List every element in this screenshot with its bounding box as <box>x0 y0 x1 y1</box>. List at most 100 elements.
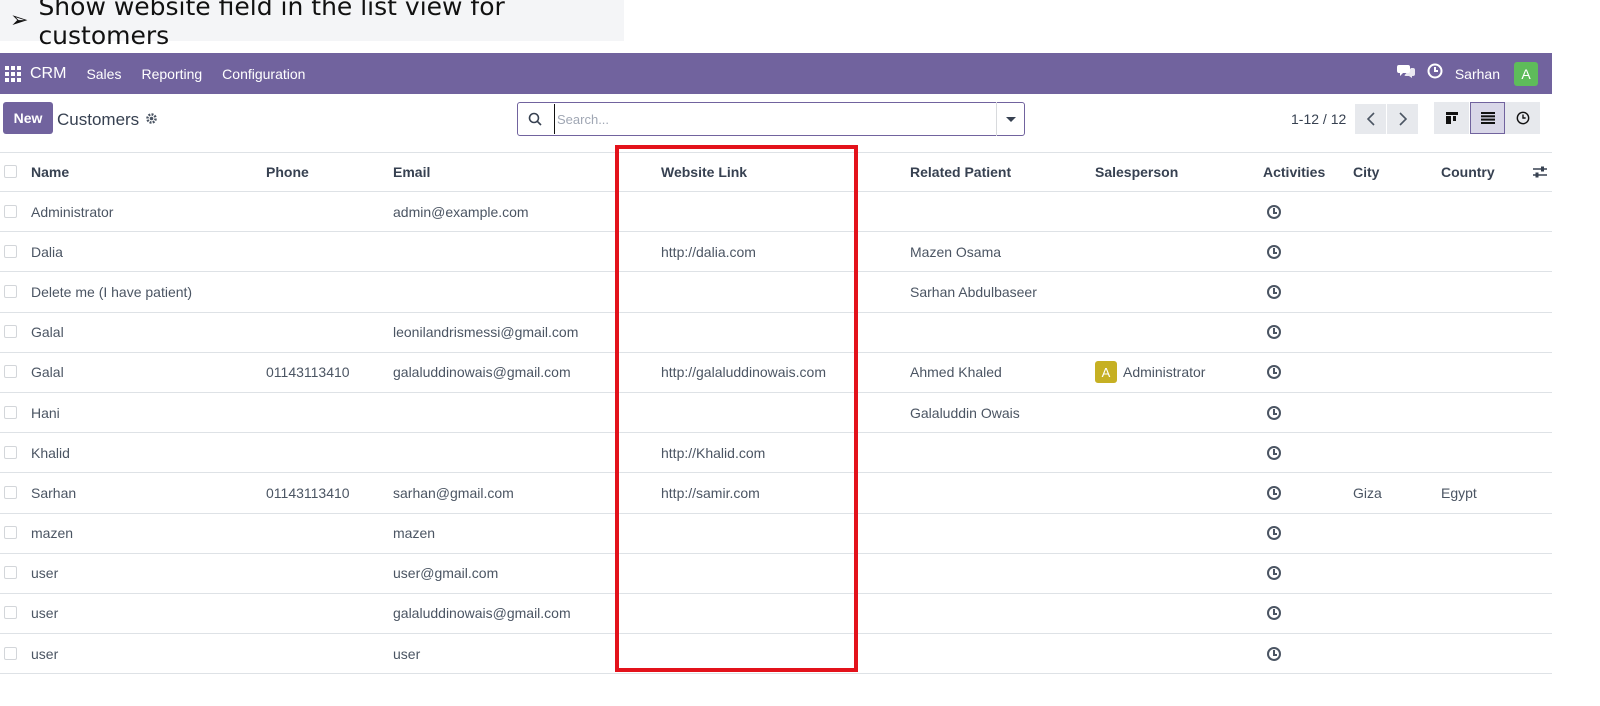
cell-activities[interactable] <box>1267 554 1281 593</box>
cell-name[interactable]: Sarhan <box>31 473 76 512</box>
optional-columns-icon[interactable] <box>1532 153 1548 191</box>
cell-activities[interactable] <box>1267 473 1281 512</box>
pager-next-button[interactable] <box>1387 104 1418 134</box>
activity-clock-icon[interactable] <box>1267 405 1281 420</box>
cell-email[interactable]: leonilandrismessi@gmail.com <box>393 313 578 352</box>
table-row[interactable]: user user <box>0 634 1552 675</box>
row-checkbox[interactable] <box>4 204 17 218</box>
kanban-view-button[interactable] <box>1434 102 1469 134</box>
cell-name[interactable]: user <box>31 634 58 673</box>
activity-clock-icon[interactable] <box>1267 445 1281 460</box>
cell-phone[interactable]: 01143113410 <box>266 473 350 512</box>
table-row[interactable]: Hani Galaluddin Owais <box>0 393 1552 434</box>
activity-clock-icon[interactable] <box>1267 365 1281 380</box>
cell-website-link[interactable]: http://galaluddinowais.com <box>661 353 826 392</box>
cell-website-link[interactable]: http://dalia.com <box>661 232 756 271</box>
search-options-toggle[interactable] <box>996 102 1024 136</box>
table-row[interactable]: Delete me (I have patient) Sarhan Abdulba… <box>0 272 1552 313</box>
cell-name[interactable]: Administrator <box>31 192 113 231</box>
cell-salesperson[interactable]: A Administrator <box>1095 353 1205 392</box>
search-input[interactable] <box>554 104 996 134</box>
cell-email[interactable]: user <box>393 634 420 673</box>
apps-icon[interactable] <box>0 53 30 94</box>
table-row[interactable]: Dalia http://dalia.com Mazen Osama <box>0 232 1552 273</box>
table-row[interactable]: Sarhan 01143113410 sarhan@gmail.com http://… <box>0 473 1552 514</box>
header-activities[interactable]: Activities <box>1263 153 1325 191</box>
row-checkbox[interactable] <box>4 405 17 419</box>
cell-related-patient[interactable]: Galaluddin Owais <box>910 393 1020 432</box>
cell-email[interactable]: galaluddinowais@gmail.com <box>393 594 571 633</box>
user-name[interactable]: Sarhan <box>1455 66 1500 82</box>
header-email[interactable]: Email <box>393 153 430 191</box>
cell-activities[interactable] <box>1267 232 1281 271</box>
cell-name[interactable]: Hani <box>31 393 60 432</box>
cell-activities[interactable] <box>1267 514 1281 553</box>
cell-phone[interactable]: 01143113410 <box>266 353 350 392</box>
cell-website-link[interactable]: http://samir.com <box>661 473 760 512</box>
row-checkbox[interactable] <box>4 284 17 298</box>
activity-clock-icon[interactable] <box>1267 485 1281 500</box>
cell-activities[interactable] <box>1267 433 1281 472</box>
table-row[interactable]: Galal 01143113410 galaluddinowais@gmail.co… <box>0 353 1552 393</box>
cell-name[interactable]: Delete me (I have patient) <box>31 272 192 311</box>
app-name[interactable]: CRM <box>30 65 66 83</box>
header-website-link[interactable]: Website Link <box>661 153 747 191</box>
row-checkbox[interactable] <box>4 445 17 459</box>
cell-name[interactable]: Galal <box>31 313 64 352</box>
row-checkbox[interactable] <box>4 244 17 258</box>
menu-configuration[interactable]: Configuration <box>222 66 305 82</box>
table-row[interactable]: Khalid http://Khalid.com <box>0 433 1552 474</box>
cell-city[interactable]: Giza <box>1353 473 1382 512</box>
header-name[interactable]: Name <box>31 153 69 191</box>
header-related-patient[interactable]: Related Patient <box>910 153 1011 191</box>
menu-reporting[interactable]: Reporting <box>141 66 202 82</box>
cell-name[interactable]: Galal <box>31 353 64 392</box>
header-salesperson[interactable]: Salesperson <box>1095 153 1178 191</box>
table-row[interactable]: mazen mazen <box>0 514 1552 554</box>
cell-name[interactable]: user <box>31 594 58 633</box>
cell-email[interactable]: sarhan@gmail.com <box>393 473 514 512</box>
cell-activities[interactable] <box>1267 353 1281 392</box>
menu-sales[interactable]: Sales <box>86 66 121 82</box>
activity-clock-icon[interactable] <box>1267 526 1281 541</box>
activity-clock-icon[interactable] <box>1267 646 1281 661</box>
cell-name[interactable]: Dalia <box>31 232 63 271</box>
row-checkbox[interactable] <box>4 365 17 379</box>
activity-clock-icon[interactable] <box>1267 284 1281 299</box>
cell-related-patient[interactable]: Sarhan Abdulbaseer <box>910 272 1037 311</box>
activity-clock-icon[interactable] <box>1267 204 1281 219</box>
cell-activities[interactable] <box>1267 272 1281 311</box>
table-row[interactable]: user user@gmail.com <box>0 554 1552 594</box>
cell-activities[interactable] <box>1267 634 1281 673</box>
header-city[interactable]: City <box>1353 153 1379 191</box>
row-checkbox[interactable] <box>4 526 17 540</box>
row-checkbox[interactable] <box>4 485 17 499</box>
cell-activities[interactable] <box>1267 594 1281 633</box>
cell-related-patient[interactable]: Ahmed Khaled <box>910 353 1002 392</box>
user-avatar[interactable]: A <box>1514 61 1538 86</box>
pager-value[interactable]: 1-12 / 12 <box>1291 111 1346 127</box>
pager-previous-button[interactable] <box>1355 104 1386 134</box>
activity-clock-icon[interactable] <box>1427 63 1443 84</box>
cell-country[interactable]: Egypt <box>1441 473 1477 512</box>
activity-clock-icon[interactable] <box>1267 325 1281 340</box>
cell-name[interactable]: Khalid <box>31 433 70 472</box>
row-checkbox[interactable] <box>4 646 17 660</box>
cell-email[interactable]: user@gmail.com <box>393 554 498 593</box>
table-row[interactable]: Galal leonilandrismessi@gmail.com <box>0 313 1552 353</box>
row-checkbox[interactable] <box>4 566 17 580</box>
cell-activities[interactable] <box>1267 393 1281 432</box>
select-all-checkbox[interactable] <box>4 165 17 178</box>
list-view-button[interactable] <box>1470 102 1505 134</box>
cell-email[interactable]: galaluddinowais@gmail.com <box>393 353 571 392</box>
activity-clock-icon[interactable] <box>1267 606 1281 621</box>
cell-related-patient[interactable]: Mazen Osama <box>910 232 1001 271</box>
chat-icon[interactable] <box>1396 63 1415 84</box>
new-button[interactable]: New <box>3 102 53 134</box>
cell-email[interactable]: admin@example.com <box>393 192 529 231</box>
activity-clock-icon[interactable] <box>1267 244 1281 259</box>
table-row[interactable]: Administrator admin@example.com <box>0 192 1552 233</box>
gear-icon[interactable] <box>145 112 158 128</box>
header-phone[interactable]: Phone <box>266 153 309 191</box>
cell-name[interactable]: mazen <box>31 514 73 553</box>
